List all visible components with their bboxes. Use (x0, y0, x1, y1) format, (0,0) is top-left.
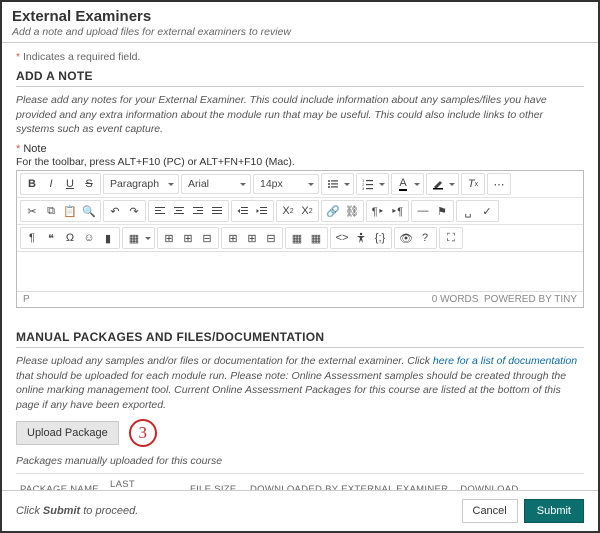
quote-button[interactable]: ❝ (42, 229, 60, 247)
codesample-button[interactable]: {;} (371, 229, 389, 247)
submit-hint: Click Submit to proceed. (16, 505, 138, 517)
callout-badge-3: 3 (129, 419, 157, 447)
required-star-icon: * (16, 143, 20, 155)
table-row-before-button[interactable]: ⊞ (160, 229, 178, 247)
special-char-button[interactable]: Ω (61, 229, 79, 247)
underline-button[interactable]: U (61, 175, 79, 193)
help-button[interactable]: ? (416, 229, 434, 247)
paste-button[interactable]: 📋 (61, 202, 79, 220)
highlight-button[interactable] (429, 175, 447, 193)
strikethrough-button[interactable]: S (80, 175, 98, 193)
more-button[interactable]: ⋯ (490, 175, 508, 193)
superscript-button[interactable]: X2 (279, 202, 297, 220)
text-color-button[interactable]: A (394, 175, 412, 193)
merge-cells-button[interactable]: ▦ (288, 229, 306, 247)
packages-description: Please upload any samples and/or files o… (16, 354, 584, 413)
section-title-add-note: ADD A NOTE (16, 69, 584, 87)
anchor-button[interactable]: ⚑ (433, 202, 451, 220)
required-star-icon: * (16, 51, 20, 63)
link-button[interactable]: 🔗 (324, 202, 342, 220)
cancel-button[interactable]: Cancel (462, 499, 518, 523)
page-content: * Indicates a required field. ADD A NOTE… (2, 43, 598, 533)
packages-subhead: Packages manually uploaded for this cour… (16, 455, 584, 467)
bullet-list-button[interactable] (324, 175, 342, 193)
toolbar-help-text: For the toolbar, press ALT+F10 (PC) or A… (16, 156, 584, 168)
bookmark-button[interactable]: ▮ (99, 229, 117, 247)
unlink-button[interactable]: ⛓ (343, 202, 361, 220)
undo-button[interactable]: ↶ (106, 202, 124, 220)
align-justify-button[interactable] (208, 202, 226, 220)
italic-button[interactable]: I (42, 175, 60, 193)
toolbar-row-1: B I U S Paragraph Arial 14px 123 (17, 171, 583, 197)
table-col-after-button[interactable]: ⊞ (243, 229, 261, 247)
align-left-button[interactable] (151, 202, 169, 220)
page-header: External Examiners Add a note and upload… (2, 2, 598, 43)
documentation-link[interactable]: here for a list of documentation (433, 355, 577, 367)
emoji-button[interactable]: ☺ (80, 229, 98, 247)
align-right-button[interactable] (189, 202, 207, 220)
table-row-after-button[interactable]: ⊞ (179, 229, 197, 247)
clear-format-button[interactable]: Tx (464, 175, 482, 193)
preview-button[interactable]: 👁 (397, 229, 415, 247)
font-size-select[interactable]: 14px (253, 174, 319, 194)
upload-package-button[interactable]: Upload Package (16, 421, 119, 445)
source-code-button[interactable]: <> (333, 229, 351, 247)
rtl-button[interactable]: ‣¶ (388, 202, 406, 220)
page-subtitle: Add a note and upload files for external… (12, 26, 588, 38)
bold-button[interactable]: B (23, 175, 41, 193)
table-delete-col-button[interactable]: ⊟ (262, 229, 280, 247)
ltr-button[interactable]: ¶‣ (369, 202, 387, 220)
blockquote-button[interactable]: ¶ (23, 229, 41, 247)
nbsp-button[interactable]: ␣ (459, 202, 477, 220)
rich-text-editor: B I U S Paragraph Arial 14px 123 (16, 170, 584, 308)
cut-button[interactable]: ✂ (23, 202, 41, 220)
split-cells-button[interactable]: ▦ (307, 229, 325, 247)
hr-button[interactable]: — (414, 202, 432, 220)
redo-button[interactable]: ↷ (125, 202, 143, 220)
add-note-description: Please add any notes for your External E… (16, 93, 584, 137)
toolbar-row-2: ✂ ⧉ 📋 🔍 ↶ ↷ (17, 197, 583, 224)
fullscreen-button[interactable]: ⛶ (442, 229, 460, 247)
svg-text:3: 3 (362, 186, 365, 190)
note-field-label: * Note (16, 143, 584, 155)
table-delete-row-button[interactable]: ⊟ (198, 229, 216, 247)
align-center-button[interactable] (170, 202, 188, 220)
editor-content-area[interactable] (17, 251, 583, 291)
indent-button[interactable] (253, 202, 271, 220)
spellcheck-button[interactable]: ✓ (478, 202, 496, 220)
subscript-button[interactable]: X2 (298, 202, 316, 220)
numbered-list-button[interactable]: 123 (359, 175, 377, 193)
toolbar-row-3: ¶ ❝ Ω ☺ ▮ ▦ ⊞ ⊞ ⊟ ⊞ ⊞ ⊟ (17, 224, 583, 251)
table-col-before-button[interactable]: ⊞ (224, 229, 242, 247)
block-format-select[interactable]: Paragraph (103, 174, 179, 194)
accessibility-button[interactable] (352, 229, 370, 247)
submit-button[interactable]: Submit (524, 499, 584, 523)
outdent-button[interactable] (234, 202, 252, 220)
editor-statusbar: P 0 WORDS POWERED BY TINY (17, 291, 583, 307)
find-button[interactable]: 🔍 (80, 202, 98, 220)
editor-wordcount: 0 WORDS POWERED BY TINY (432, 294, 577, 305)
table-button[interactable]: ▦ (125, 229, 143, 247)
page-title: External Examiners (12, 8, 588, 25)
editor-path: P (23, 294, 30, 305)
copy-button[interactable]: ⧉ (42, 202, 60, 220)
section-title-packages: MANUAL PACKAGES AND FILES/DOCUMENTATION (16, 330, 584, 348)
app-frame: External Examiners Add a note and upload… (0, 0, 600, 533)
required-hint: * Indicates a required field. (16, 51, 584, 63)
page-footer: Click Submit to proceed. Cancel Submit (2, 490, 598, 531)
font-family-select[interactable]: Arial (181, 174, 251, 194)
required-hint-text: Indicates a required field. (23, 51, 140, 63)
